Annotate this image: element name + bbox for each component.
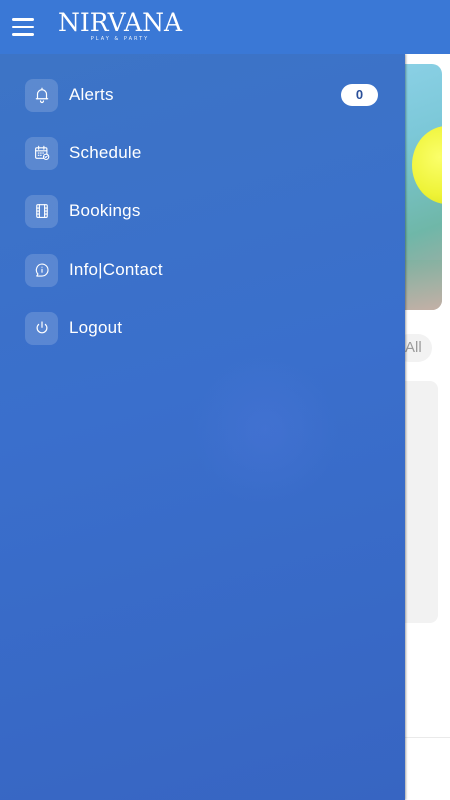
drawer-glow (190, 354, 340, 504)
drawer-item-logout[interactable]: Logout (25, 311, 380, 345)
drawer-item-alerts[interactable]: Alerts 0 (25, 78, 380, 112)
drawer-item-schedule[interactable]: Schedule (25, 136, 380, 170)
alerts-count-badge: 0 (341, 84, 378, 106)
drawer-item-info-contact[interactable]: Info|Contact (25, 253, 380, 287)
drawer-item-label: Alerts (69, 85, 114, 104)
brand-tagline: PLAY & PARTY (90, 36, 150, 42)
app-bar: NIRVANA PLAY & PARTY (0, 0, 450, 54)
drawer-item-label: Bookings (69, 201, 141, 220)
drawer-item-label: Info|Contact (69, 260, 163, 279)
chat-info-icon (25, 253, 58, 287)
calendar-icon (25, 136, 58, 170)
brand-name: NIRVANA (58, 8, 183, 37)
menu-icon[interactable] (12, 18, 36, 36)
film-icon (25, 194, 58, 228)
brand-logo: NIRVANA PLAY & PARTY (58, 8, 183, 43)
power-icon (25, 311, 58, 345)
drawer-item-label: Schedule (69, 143, 142, 162)
drawer-item-label: Logout (69, 318, 123, 337)
drawer-scrim[interactable] (405, 54, 450, 800)
drawer-item-bookings[interactable]: Bookings (25, 194, 380, 228)
bell-icon (25, 78, 58, 112)
navigation-drawer: Alerts 0 Schedule Bookings Info|Contact … (0, 54, 405, 800)
